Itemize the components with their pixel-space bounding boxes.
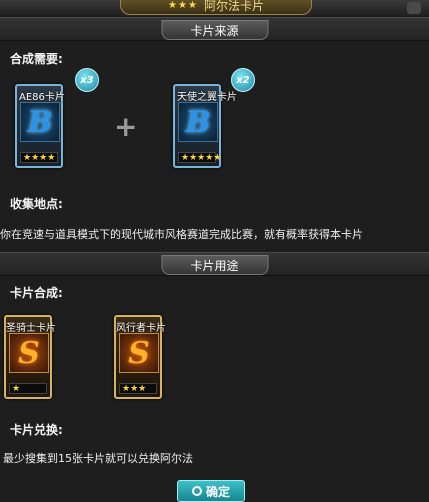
required-card-angel-wings[interactable]: 天使之翼卡片 B ★★★★★ xyxy=(173,84,237,168)
card-s-icon: S xyxy=(119,333,159,373)
card-s-icon: S xyxy=(9,333,49,373)
collect-location-label: 收集地点: xyxy=(10,197,63,211)
card-exchange-text: 最少搜集到15张卡片就可以兑换阿尔法 xyxy=(3,452,193,465)
confirm-button[interactable]: 确定 xyxy=(177,480,245,502)
usage-section-tab: 卡片用途 xyxy=(161,255,268,275)
required-card-ae86[interactable]: AE86卡片 B ★★★★ xyxy=(15,84,65,168)
collect-location-text: 你在竞速与道具模式下的现代城市风格赛道完成比赛，就有概率获得本卡片 xyxy=(0,228,363,241)
card-name: 风行者卡片 xyxy=(116,323,166,334)
card-b-icon: B xyxy=(178,102,218,142)
confirm-icon xyxy=(191,486,202,496)
source-section-tab: 卡片来源 xyxy=(161,20,268,40)
window-title-plate: ★★★ 阿尔法卡片 xyxy=(120,0,312,15)
usage-card-windrunner[interactable]: 风行者卡片 S ★★★ xyxy=(114,315,166,399)
card-synthesis-label: 卡片合成: xyxy=(10,286,63,300)
synthesis-required-label: 合成需要: xyxy=(10,52,63,66)
card-name: 天使之翼卡片 xyxy=(177,92,237,103)
confirm-button-label: 确定 xyxy=(205,484,230,499)
close-button[interactable] xyxy=(407,2,421,14)
title-stars: ★★★ xyxy=(168,0,198,11)
card-stars: ★★★★ xyxy=(20,152,58,163)
card-exchange-label: 卡片兑换: xyxy=(10,423,63,437)
window-title: 阿尔法卡片 xyxy=(203,0,264,13)
plus-icon: + xyxy=(114,110,138,143)
usage-section-bar: 卡片用途 xyxy=(0,252,429,276)
card-name: 圣骑士卡片 xyxy=(6,323,56,334)
quantity-badge: x2 xyxy=(231,68,255,92)
usage-card-paladin[interactable]: 圣骑士卡片 S ★ xyxy=(4,315,56,399)
quantity-badge: x3 xyxy=(75,68,99,92)
card-name: AE86卡片 xyxy=(19,92,65,103)
card-stars: ★★★ xyxy=(119,383,157,394)
card-stars: ★★★★★ xyxy=(178,152,221,163)
source-section-bar: 卡片来源 xyxy=(0,17,429,41)
card-b-icon: B xyxy=(20,102,60,142)
card-stars: ★ xyxy=(9,383,47,394)
